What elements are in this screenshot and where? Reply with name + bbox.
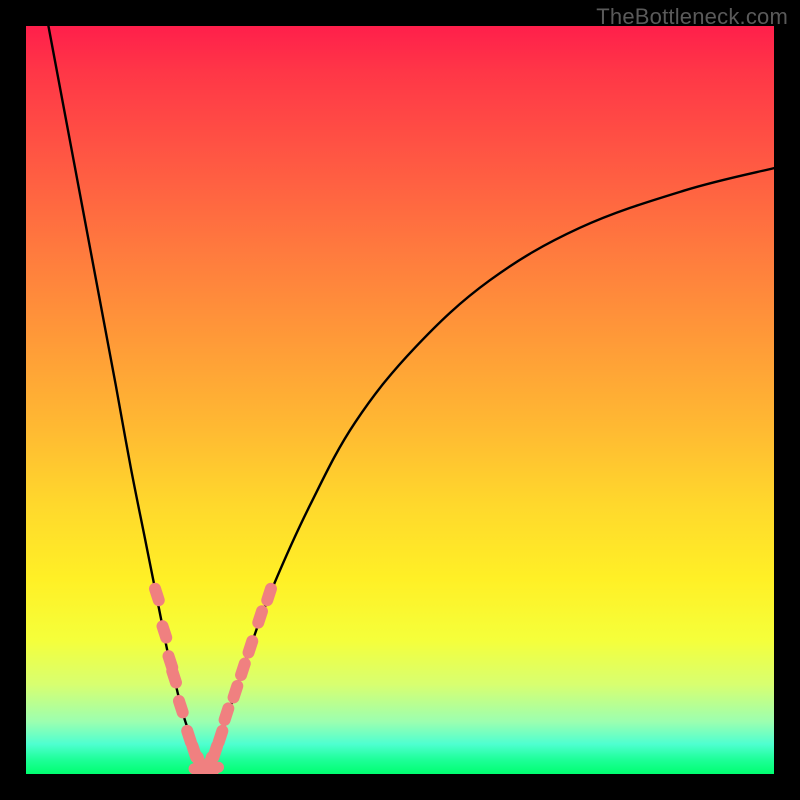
data-marker <box>234 656 253 683</box>
data-marker <box>260 581 279 608</box>
curve-right <box>206 168 774 774</box>
data-marker <box>155 619 174 646</box>
data-marker <box>211 723 230 750</box>
chart-frame: TheBottleneck.com <box>0 0 800 800</box>
data-marker <box>171 693 190 720</box>
data-marker <box>202 762 224 773</box>
curve-left <box>48 26 205 774</box>
data-marker <box>165 663 184 690</box>
data-marker <box>147 581 166 608</box>
chart-svg <box>26 26 774 774</box>
watermark-text: TheBottleneck.com <box>596 4 788 30</box>
plot-area <box>26 26 774 774</box>
scatter-markers <box>147 581 278 774</box>
data-marker <box>226 678 245 705</box>
data-marker <box>217 701 236 728</box>
data-marker <box>251 604 270 631</box>
data-marker <box>241 634 260 661</box>
